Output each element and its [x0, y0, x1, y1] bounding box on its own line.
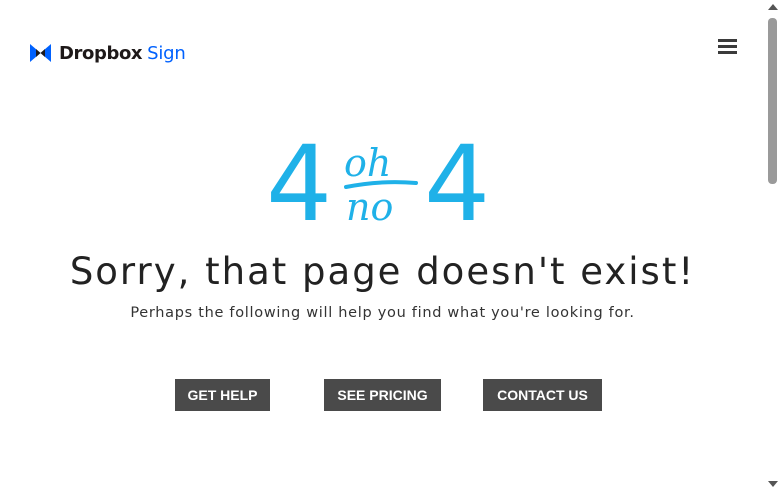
brand-product: Sign: [147, 42, 186, 64]
brand-name: Dropbox: [59, 42, 143, 64]
scroll-up-arrow-icon[interactable]: [768, 4, 778, 10]
left-four-digit: 4: [266, 130, 332, 230]
404-oh-no-illustration: 4 4 oh no: [266, 130, 490, 230]
get-help-button[interactable]: GET HELP: [175, 379, 270, 411]
page-title: Sorry, that page doesn't exist!: [69, 250, 696, 293]
right-four-digit: 4: [424, 130, 490, 230]
contact-us-button[interactable]: CONTACT US: [483, 379, 602, 411]
page-subtitle: Perhaps the following will help you find…: [130, 305, 635, 321]
dropbox-logo-icon: [30, 44, 51, 62]
page: Dropbox Sign 4 4 oh no Sorry, that page …: [0, 0, 765, 493]
scrollbar-thumb[interactable]: [768, 18, 777, 184]
oh-word: oh: [344, 141, 391, 185]
see-pricing-button[interactable]: SEE PRICING: [324, 379, 441, 411]
no-word: no: [346, 185, 393, 229]
dropbox-sign-logo[interactable]: Dropbox Sign: [30, 41, 186, 65]
hamburger-menu-icon[interactable]: [718, 39, 738, 55]
scroll-down-arrow-icon[interactable]: [768, 481, 778, 487]
